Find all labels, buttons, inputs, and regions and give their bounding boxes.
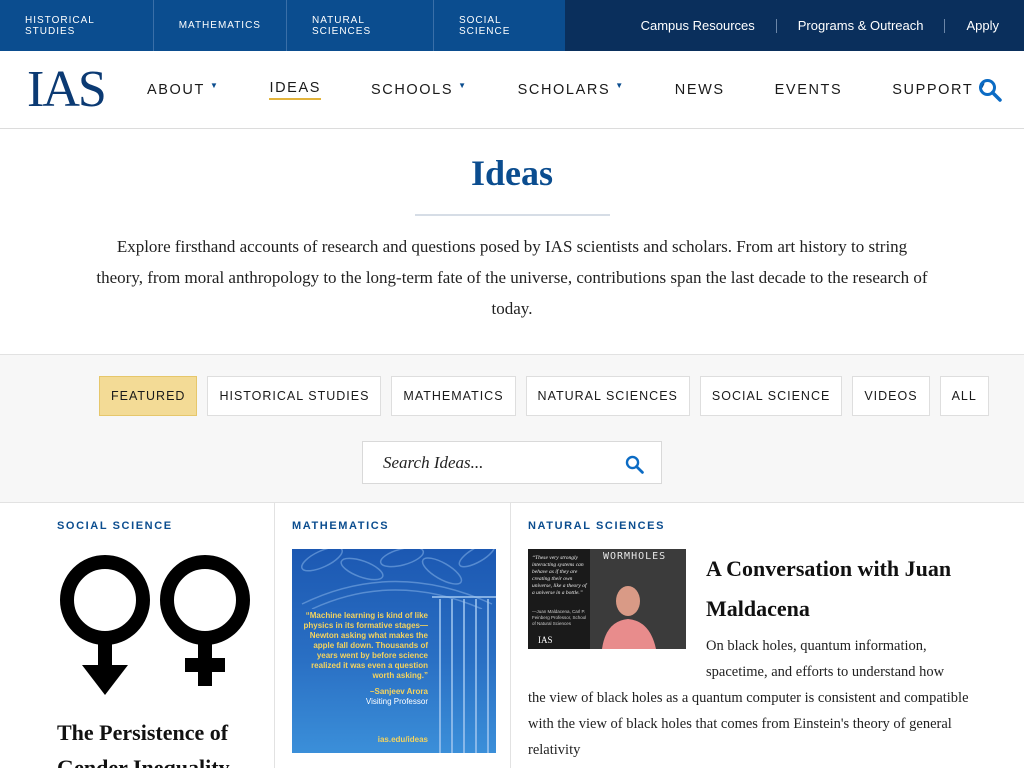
poster-author: –Sanjeev Arora [370,687,428,696]
title-divider [415,214,610,216]
filter-mathematics[interactable]: MATHEMATICS [391,376,516,416]
programs-outreach-link[interactable]: Programs & Outreach [777,18,945,33]
quote-poster-image[interactable]: “Machine learning is kind of like physic… [292,549,496,753]
search-input[interactable] [383,442,613,483]
nav-schools[interactable]: SCHOOLS ▼ [371,80,468,99]
ideas-search [362,441,662,484]
filter-all[interactable]: ALL [939,376,989,416]
nav-label: NEWS [674,82,725,98]
nav-label: ABOUT [147,82,205,98]
thumb-signature: —Juan Maldacena, Carl P. Feinberg Profes… [532,609,587,626]
card-category[interactable]: MATHEMATICS [292,520,389,532]
school-link-mathematics[interactable]: MATHEMATICS [154,0,287,51]
card-description: On black holes, quantum information, spa… [706,638,945,680]
card-description-continued: the view of black holes as a quantum com… [528,690,969,758]
nav-label: IDEAS [269,80,321,100]
nav-about[interactable]: ABOUT ▼ [147,80,220,99]
filter-featured[interactable]: FEATURED [99,376,198,416]
school-links: HISTORICAL STUDIES MATHEMATICS NATURAL S… [0,0,565,51]
caret-down-icon: ▼ [615,80,625,90]
nav-news[interactable]: NEWS [675,82,725,98]
nav-label: SCHOLARS [517,82,611,98]
main-nav: ABOUT ▼ IDEAS SCHOOLS ▼ SCHOLARS ▼ NEWS EVE… [147,51,1024,129]
school-link-natural-sciences[interactable]: NATURAL SCIENCES [287,0,434,51]
video-thumbnail[interactable]: “These very strongly interacting systems… [528,549,686,649]
poster-quote: “Machine learning is kind of like physic… [303,611,429,680]
card-title-continued[interactable]: Gender Inequality [57,755,230,768]
filter-videos[interactable]: VIDEOS [852,376,930,416]
idea-card[interactable]: MATHEMATICS “Machine learning is kind of… [275,503,511,768]
venus-symbols-image[interactable] [57,553,262,698]
filter-tabs: FEATURED HISTORICAL STUDIES MATHEMATICS … [99,376,999,416]
search-icon[interactable] [625,455,644,474]
poster-author-role: Visiting Professor [365,697,428,706]
apply-link[interactable]: Apply [945,18,999,33]
columns-pattern [432,596,496,753]
card-title[interactable]: The Persistence of [57,720,228,746]
featured-cards: SOCIAL SCIENCE The Persistence of Gender… [42,503,982,768]
intro-text: Explore firsthand accounts of research a… [96,237,928,318]
school-link-historical-studies[interactable]: HISTORICAL STUDIES [0,0,154,51]
card-title[interactable]: A Conversation with Juan Maldacena [706,549,976,629]
filter-social-science[interactable]: SOCIAL SCIENCE [699,376,843,416]
nav-label: EVENTS [774,82,843,98]
nav-ideas[interactable]: IDEAS [269,80,321,100]
filter-natural-sciences[interactable]: NATURAL SCIENCES [525,376,690,416]
utility-bar: HISTORICAL STUDIES MATHEMATICS NATURAL S… [0,0,1024,51]
ias-logo[interactable]: IAS [27,62,107,118]
card-category[interactable]: SOCIAL SCIENCE [57,520,173,532]
nav-label: SCHOOLS [371,82,454,98]
poster-url: ias.edu/ideas [377,735,428,744]
thumb-quote: “These very strongly interacting systems… [532,555,587,596]
page-title: Ideas [470,153,554,193]
idea-card[interactable]: NATURAL SCIENCES “These very strongly in… [511,503,982,768]
speaker-portrait [602,586,656,649]
campus-resources-link[interactable]: Campus Resources [620,18,776,33]
caret-down-icon: ▼ [209,80,220,90]
nav-scholars[interactable]: SCHOLARS ▼ [517,80,625,99]
thumb-logo: IAS [538,635,553,645]
poster-attribution: –Sanjeev Arora Visiting Professor [302,687,428,707]
utility-links: Campus Resources Programs & Outreach App… [620,0,999,51]
search-icon[interactable] [978,78,1002,102]
nav-support[interactable]: SUPPORT ▼ [892,81,988,99]
nav-events[interactable]: EVENTS [775,82,843,98]
main-header: IAS ABOUT ▼ IDEAS SCHOOLS ▼ SCHOLARS ▼ NEWS… [0,51,1024,129]
caret-down-icon: ▼ [458,80,468,90]
idea-card[interactable]: SOCIAL SCIENCE The Persistence of Gender… [42,503,275,768]
school-link-social-science[interactable]: SOCIAL SCIENCE [434,0,565,51]
filter-historical-studies[interactable]: HISTORICAL STUDIES [207,376,382,416]
card-category[interactable]: NATURAL SCIENCES [528,520,665,532]
filter-section: FEATURED HISTORICAL STUDIES MATHEMATICS … [0,354,1024,503]
chalkboard-text: WORMHOLES [603,551,667,562]
nav-label: SUPPORT [892,82,974,98]
